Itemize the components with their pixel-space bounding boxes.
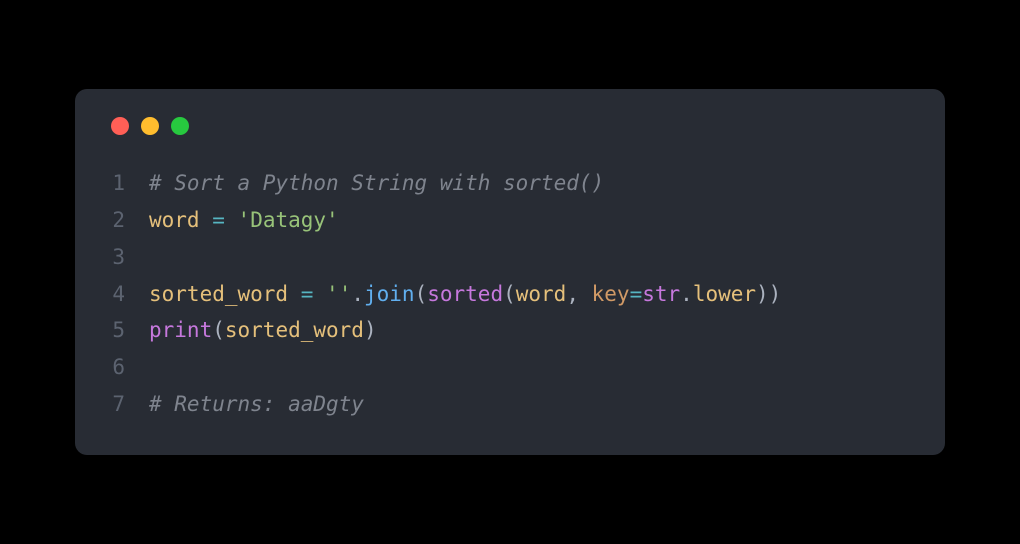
code-token: # Sort a Python String with sorted()	[149, 171, 604, 195]
code-token: .	[351, 282, 364, 306]
line-content: word = 'Datagy'	[149, 202, 913, 239]
code-token: (	[503, 282, 516, 306]
code-line: 3	[107, 239, 913, 276]
code-line: 4sorted_word = ''.join(sorted(word, key=…	[107, 276, 913, 313]
code-token	[225, 208, 238, 232]
line-number: 1	[107, 165, 149, 202]
code-token: ))	[756, 282, 781, 306]
line-content: sorted_word = ''.join(sorted(word, key=s…	[149, 276, 913, 313]
line-content	[149, 239, 913, 276]
code-token: word	[149, 208, 200, 232]
window-controls	[107, 117, 913, 135]
code-editor-window: 1# Sort a Python String with sorted()2wo…	[75, 89, 945, 454]
line-number: 5	[107, 312, 149, 349]
code-area[interactable]: 1# Sort a Python String with sorted()2wo…	[107, 165, 913, 422]
code-token: str	[642, 282, 680, 306]
line-number: 2	[107, 202, 149, 239]
code-token	[313, 282, 326, 306]
line-number: 6	[107, 349, 149, 386]
code-token: sorted_word	[149, 282, 288, 306]
code-token: ,	[566, 282, 591, 306]
code-line: 1# Sort a Python String with sorted()	[107, 165, 913, 202]
code-token	[288, 282, 301, 306]
code-token: print	[149, 318, 212, 342]
code-token: =	[630, 282, 643, 306]
code-token: =	[301, 282, 314, 306]
line-number: 4	[107, 276, 149, 313]
line-number: 7	[107, 386, 149, 423]
line-content	[149, 349, 913, 386]
line-content: # Sort a Python String with sorted()	[149, 165, 913, 202]
code-token	[200, 208, 213, 232]
code-token: =	[212, 208, 225, 232]
code-token: join	[364, 282, 415, 306]
code-token: key	[592, 282, 630, 306]
code-token: .	[680, 282, 693, 306]
code-token: sorted_word	[225, 318, 364, 342]
close-icon[interactable]	[111, 117, 129, 135]
code-token: # Returns: aaDgty	[149, 392, 364, 416]
minimize-icon[interactable]	[141, 117, 159, 135]
code-token: 'Datagy'	[238, 208, 339, 232]
code-token: lower	[693, 282, 756, 306]
code-token: (	[212, 318, 225, 342]
line-content: print(sorted_word)	[149, 312, 913, 349]
line-number: 3	[107, 239, 149, 276]
code-token: word	[516, 282, 567, 306]
code-line: 2word = 'Datagy'	[107, 202, 913, 239]
code-line: 5print(sorted_word)	[107, 312, 913, 349]
code-token: )	[364, 318, 377, 342]
code-token: (	[415, 282, 428, 306]
code-line: 7# Returns: aaDgty	[107, 386, 913, 423]
code-token: ''	[326, 282, 351, 306]
maximize-icon[interactable]	[171, 117, 189, 135]
code-token: sorted	[427, 282, 503, 306]
line-content: # Returns: aaDgty	[149, 386, 913, 423]
code-line: 6	[107, 349, 913, 386]
